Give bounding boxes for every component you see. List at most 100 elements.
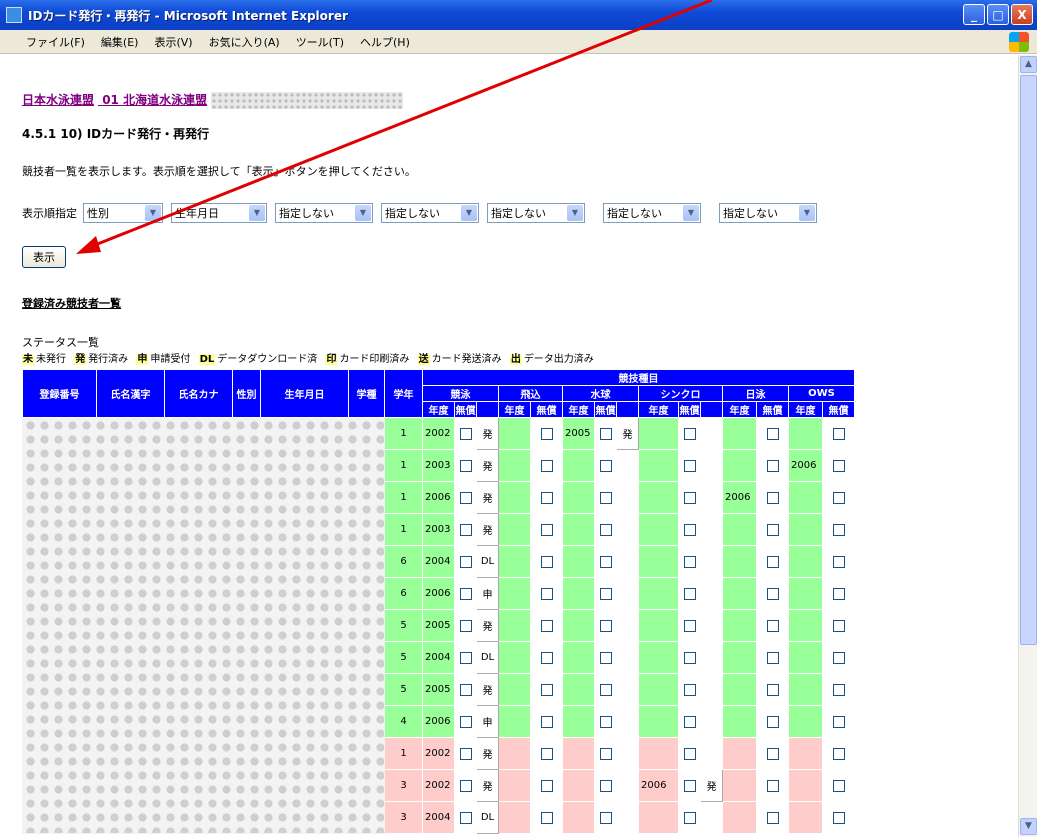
menu-file[interactable]: ファイル(F)	[26, 34, 85, 50]
free-checkbox[interactable]	[540, 651, 553, 664]
show-button[interactable]: 表示	[22, 246, 66, 268]
sort-select-6[interactable]: 指定しない ▼	[603, 203, 701, 223]
free-checkbox[interactable]	[540, 459, 553, 472]
free-checkbox[interactable]	[766, 619, 779, 632]
free-checkbox[interactable]	[766, 715, 779, 728]
free-checkbox[interactable]	[683, 555, 696, 568]
free-checkbox[interactable]	[832, 555, 845, 568]
scroll-up-icon[interactable]: ▲	[1020, 56, 1037, 73]
free-checkbox[interactable]	[683, 523, 696, 536]
free-checkbox[interactable]	[599, 587, 612, 600]
free-checkbox[interactable]	[459, 555, 472, 568]
free-checkbox[interactable]	[766, 491, 779, 504]
free-checkbox[interactable]	[599, 779, 612, 792]
free-checkbox[interactable]	[599, 427, 612, 440]
free-checkbox[interactable]	[683, 811, 696, 824]
free-checkbox[interactable]	[459, 459, 472, 472]
free-checkbox[interactable]	[832, 779, 845, 792]
breadcrumb-link-federation[interactable]: 日本水泳連盟	[22, 93, 94, 107]
free-checkbox[interactable]	[683, 779, 696, 792]
free-checkbox[interactable]	[683, 651, 696, 664]
free-checkbox[interactable]	[459, 747, 472, 760]
free-checkbox[interactable]	[459, 491, 472, 504]
free-checkbox[interactable]	[459, 523, 472, 536]
free-checkbox[interactable]	[540, 747, 553, 760]
free-checkbox[interactable]	[832, 683, 845, 696]
free-checkbox[interactable]	[599, 747, 612, 760]
sort-select-4[interactable]: 指定しない ▼	[381, 203, 479, 223]
free-checkbox[interactable]	[766, 459, 779, 472]
sort-select-1[interactable]: 性別 ▼	[83, 203, 163, 223]
menu-view[interactable]: 表示(V)	[154, 34, 192, 50]
free-checkbox[interactable]	[766, 683, 779, 696]
scroll-down-icon[interactable]: ▼	[1020, 818, 1037, 835]
free-checkbox[interactable]	[599, 523, 612, 536]
free-checkbox[interactable]	[459, 587, 472, 600]
free-checkbox[interactable]	[459, 715, 472, 728]
menu-tools[interactable]: ツール(T)	[296, 34, 344, 50]
free-checkbox[interactable]	[832, 427, 845, 440]
free-checkbox[interactable]	[540, 427, 553, 440]
free-checkbox[interactable]	[459, 683, 472, 696]
free-checkbox[interactable]	[766, 555, 779, 568]
minimize-button[interactable]: _	[963, 4, 985, 25]
free-checkbox[interactable]	[832, 491, 845, 504]
sort-select-5[interactable]: 指定しない ▼	[487, 203, 585, 223]
free-checkbox[interactable]	[766, 811, 779, 824]
free-checkbox[interactable]	[540, 779, 553, 792]
free-checkbox[interactable]	[599, 459, 612, 472]
free-checkbox[interactable]	[540, 491, 553, 504]
free-checkbox[interactable]	[540, 683, 553, 696]
free-checkbox[interactable]	[683, 459, 696, 472]
vertical-scrollbar[interactable]: ▲ ▼	[1018, 55, 1037, 837]
free-checkbox[interactable]	[766, 523, 779, 536]
free-checkbox[interactable]	[766, 747, 779, 760]
free-checkbox[interactable]	[599, 491, 612, 504]
free-checkbox[interactable]	[766, 779, 779, 792]
free-checkbox[interactable]	[540, 555, 553, 568]
free-checkbox[interactable]	[683, 715, 696, 728]
free-checkbox[interactable]	[683, 747, 696, 760]
free-checkbox[interactable]	[766, 651, 779, 664]
breadcrumb-link-hokkaido[interactable]: 01 北海道水泳連盟	[102, 93, 207, 107]
free-checkbox[interactable]	[832, 619, 845, 632]
sort-select-2[interactable]: 生年月日 ▼	[171, 203, 267, 223]
free-checkbox[interactable]	[459, 779, 472, 792]
free-checkbox[interactable]	[766, 427, 779, 440]
free-checkbox[interactable]	[832, 587, 845, 600]
free-checkbox[interactable]	[540, 523, 553, 536]
free-checkbox[interactable]	[459, 651, 472, 664]
free-checkbox[interactable]	[832, 811, 845, 824]
free-checkbox[interactable]	[683, 683, 696, 696]
free-checkbox[interactable]	[766, 587, 779, 600]
free-checkbox[interactable]	[459, 811, 472, 824]
free-checkbox[interactable]	[683, 619, 696, 632]
free-checkbox[interactable]	[599, 555, 612, 568]
sort-select-7[interactable]: 指定しない ▼	[719, 203, 817, 223]
free-checkbox[interactable]	[599, 651, 612, 664]
sort-select-3[interactable]: 指定しない ▼	[275, 203, 373, 223]
free-checkbox[interactable]	[599, 811, 612, 824]
menu-edit[interactable]: 編集(E)	[101, 34, 139, 50]
free-checkbox[interactable]	[599, 619, 612, 632]
menu-favorites[interactable]: お気に入り(A)	[209, 34, 280, 50]
free-checkbox[interactable]	[540, 587, 553, 600]
close-button[interactable]: X	[1011, 4, 1033, 25]
free-checkbox[interactable]	[683, 427, 696, 440]
free-checkbox[interactable]	[599, 715, 612, 728]
free-checkbox[interactable]	[599, 683, 612, 696]
free-checkbox[interactable]	[832, 747, 845, 760]
free-checkbox[interactable]	[540, 811, 553, 824]
free-checkbox[interactable]	[832, 651, 845, 664]
free-checkbox[interactable]	[459, 427, 472, 440]
free-checkbox[interactable]	[459, 619, 472, 632]
free-checkbox[interactable]	[832, 523, 845, 536]
free-checkbox[interactable]	[540, 715, 553, 728]
maximize-button[interactable]: □	[987, 4, 1009, 25]
scroll-thumb[interactable]	[1020, 75, 1037, 645]
free-checkbox[interactable]	[540, 619, 553, 632]
free-checkbox[interactable]	[683, 491, 696, 504]
free-checkbox[interactable]	[832, 715, 845, 728]
free-checkbox[interactable]	[683, 587, 696, 600]
free-checkbox[interactable]	[832, 459, 845, 472]
